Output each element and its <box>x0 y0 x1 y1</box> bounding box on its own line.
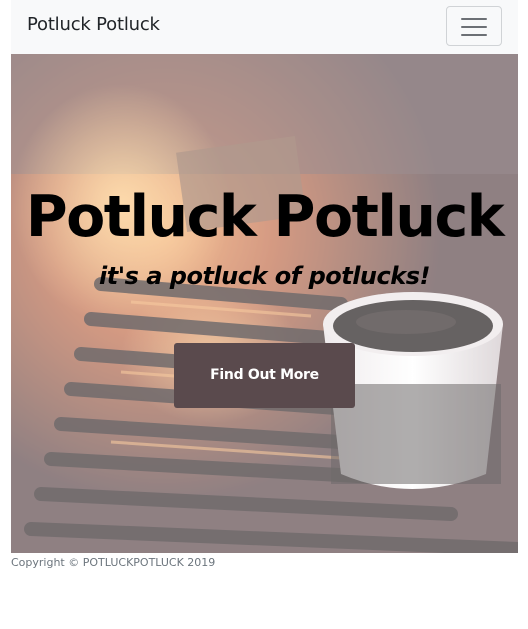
navbar-toggler-button[interactable] <box>446 6 502 46</box>
hero-overlay <box>11 54 518 553</box>
hero-title: Potluck Potluck <box>25 184 505 250</box>
hero-subtitle: it's a potluck of potlucks! <box>99 262 430 290</box>
page: Potluck Potluck Potluck Potluck it's a p… <box>0 0 528 629</box>
hero-section: Potluck Potluck it's a potluck of potluc… <box>11 54 518 553</box>
footer-copyright: Copyright © POTLUCKPOTLUCK 2019 <box>11 556 216 569</box>
navbar: Potluck Potluck <box>11 0 518 54</box>
hamburger-menu-icon <box>461 17 487 37</box>
navbar-brand[interactable]: Potluck Potluck <box>27 14 160 35</box>
find-out-more-button[interactable]: Find Out More <box>174 343 355 408</box>
